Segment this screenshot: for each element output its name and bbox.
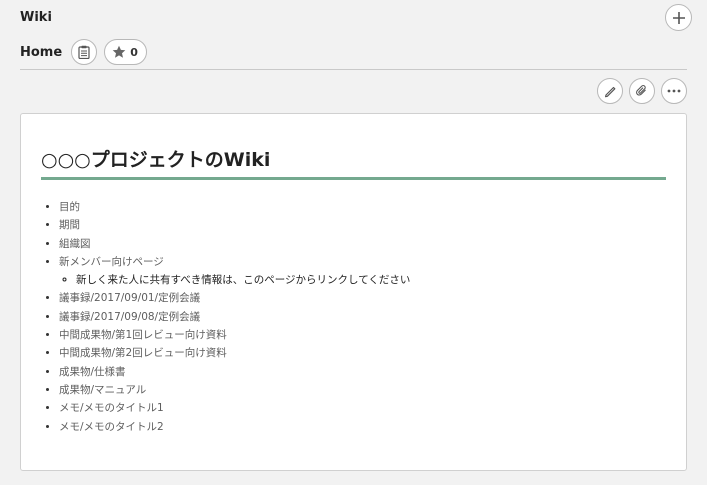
page-title: Home	[20, 44, 63, 60]
wiki-link[interactable]: 中間成果物/第1回レビュー向け資料	[59, 329, 227, 341]
star-icon	[112, 45, 126, 58]
add-page-button[interactable]	[665, 4, 692, 31]
list-item: 目的	[59, 198, 410, 216]
wiki-link[interactable]: 成果物/仕様書	[59, 366, 126, 378]
wiki-link[interactable]: メモ/メモのタイトル1	[59, 402, 164, 414]
star-count: 0	[130, 45, 138, 59]
more-button[interactable]	[661, 78, 687, 104]
wiki-link[interactable]: 新メンバー向けページ	[59, 256, 164, 268]
wiki-link[interactable]: 組織図	[59, 238, 91, 250]
list-item: 中間成果物/第2回レビュー向け資料	[59, 344, 410, 362]
list-item: メモ/メモのタイトル1	[59, 399, 410, 417]
wiki-link[interactable]: 中間成果物/第2回レビュー向け資料	[59, 347, 227, 359]
list-item: 中間成果物/第1回レビュー向け資料	[59, 326, 410, 344]
page-header: Home 0	[20, 38, 147, 66]
more-icon	[667, 89, 681, 93]
wiki-link[interactable]: 目的	[59, 201, 80, 213]
attach-button[interactable]	[629, 78, 655, 104]
wiki-link[interactable]: 成果物/マニュアル	[59, 384, 146, 396]
list-item: 議事録/2017/09/08/定例会議	[59, 308, 410, 326]
paperclip-icon	[636, 84, 646, 96]
list-item: 議事録/2017/09/01/定例会議	[59, 289, 410, 307]
clipboard-icon	[78, 45, 90, 59]
list-item: 成果物/仕様書	[59, 363, 410, 381]
star-button[interactable]: 0	[104, 39, 147, 65]
page-actions	[597, 78, 687, 104]
edit-button[interactable]	[597, 78, 623, 104]
plus-icon	[672, 11, 685, 24]
wiki-link[interactable]: 議事録/2017/09/01/定例会議	[59, 292, 200, 304]
wiki-heading: ○○○プロジェクトのWiki	[41, 147, 666, 180]
list-item-note: 新しく来た人に共有すべき情報は、このページからリンクしてください	[76, 271, 410, 289]
header-divider	[20, 69, 687, 70]
top-bar: Wiki	[20, 4, 692, 31]
list-item: 組織図	[59, 235, 410, 253]
app-title: Wiki	[20, 10, 52, 25]
wiki-link[interactable]: 議事録/2017/09/08/定例会議	[59, 311, 200, 323]
wiki-page-list: 目的 期間 組織図 新メンバー向けページ 新しく来た人に共有すべき情報は、このペ…	[59, 198, 410, 436]
list-item: 成果物/マニュアル	[59, 381, 410, 399]
wiki-link[interactable]: メモ/メモのタイトル2	[59, 421, 164, 433]
page-list-button[interactable]	[71, 39, 98, 65]
list-item: 期間	[59, 216, 410, 234]
pencil-icon	[605, 86, 616, 98]
wiki-content: ○○○プロジェクトのWiki 目的 期間 組織図 新メンバー向けページ 新しく来…	[20, 113, 687, 471]
sub-list: 新しく来た人に共有すべき情報は、このページからリンクしてください	[76, 271, 410, 289]
list-item: 新メンバー向けページ 新しく来た人に共有すべき情報は、このページからリンクしてく…	[59, 253, 410, 290]
wiki-link[interactable]: 期間	[59, 219, 80, 231]
list-item: メモ/メモのタイトル2	[59, 418, 410, 436]
